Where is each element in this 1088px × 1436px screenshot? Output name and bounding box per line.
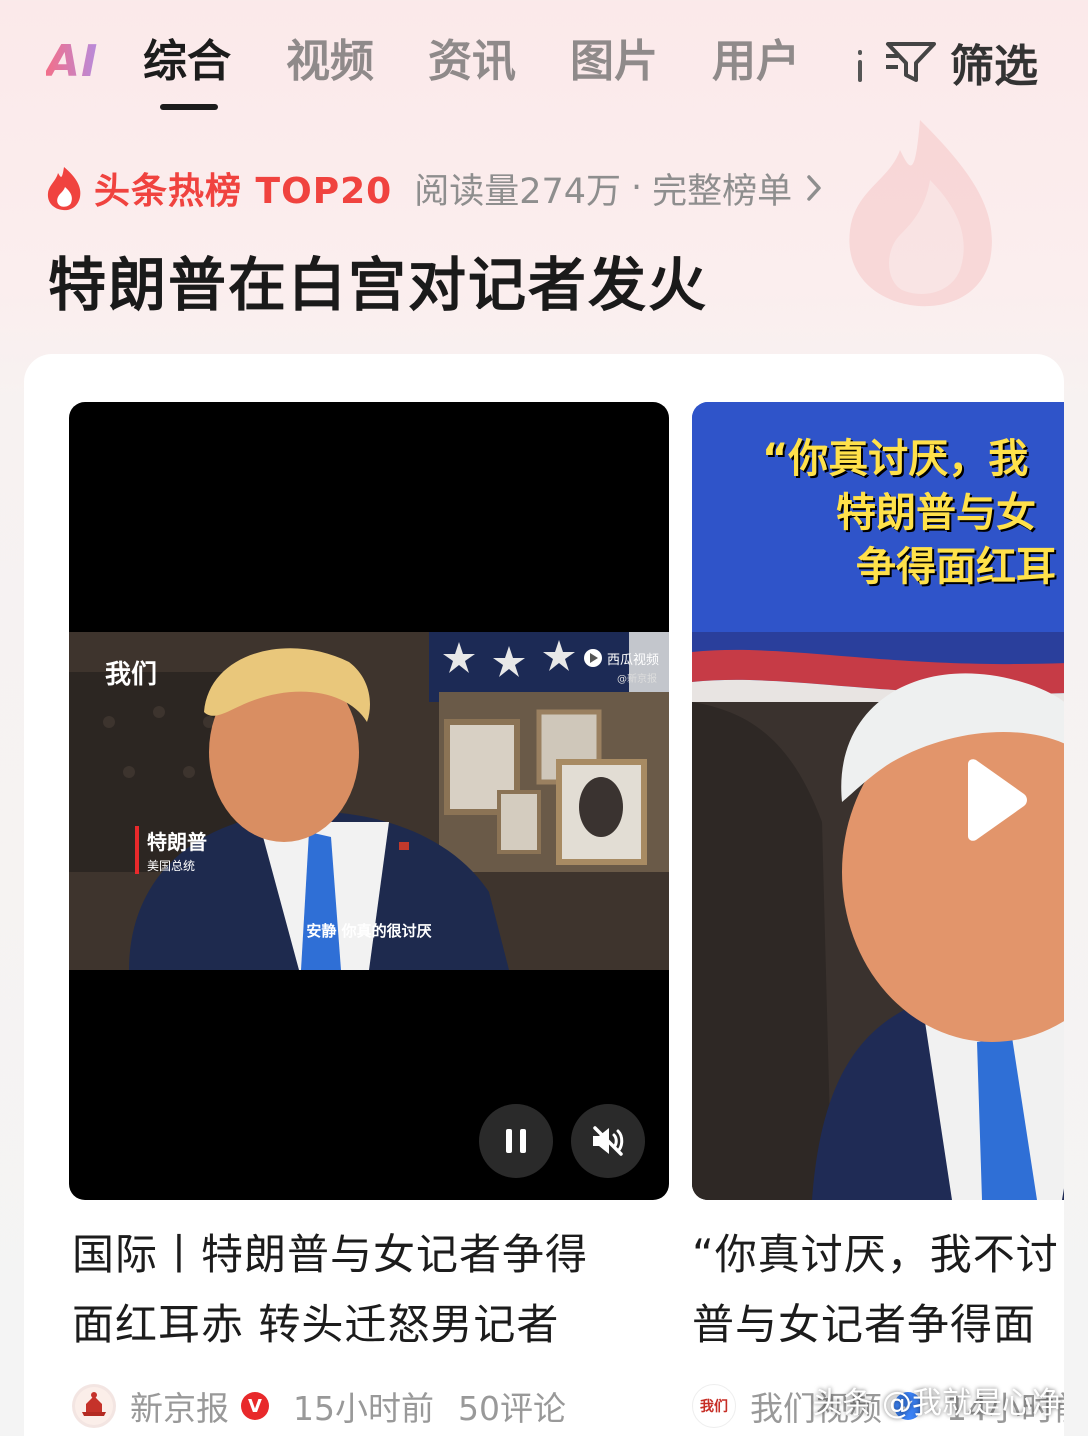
pause-icon bbox=[506, 1129, 526, 1153]
tab-users[interactable]: 用户 bbox=[712, 34, 800, 90]
video-caption-2: “你真讨厌，我 特朗普与女 争得面红耳 bbox=[762, 432, 1056, 594]
title-line: 面红耳赤 转头迁怒男记者 bbox=[72, 1300, 560, 1349]
tab-images[interactable]: 图片 bbox=[570, 34, 658, 90]
search-tabs: AI 综合 视频 资讯 图片 用户 筛选 bbox=[0, 0, 1088, 120]
flame-icon bbox=[47, 167, 81, 211]
source-watermark: @新京报 bbox=[617, 674, 657, 685]
publish-time: 15小时前 bbox=[293, 1389, 434, 1428]
avatar[interactable]: 我们 bbox=[692, 1384, 736, 1428]
separator: · bbox=[631, 168, 643, 208]
speaker-role: 美国总统 bbox=[147, 859, 196, 873]
verified-badge-icon: V bbox=[241, 1392, 269, 1420]
tab-overflow-icon[interactable] bbox=[856, 40, 864, 84]
comment-count[interactable]: 50评论 bbox=[458, 1382, 566, 1430]
chevron-right-icon bbox=[807, 175, 821, 201]
title-line: “你真讨厌，我不讨 bbox=[692, 1230, 1059, 1279]
caption-line: 争得面红耳 bbox=[856, 544, 1056, 590]
hot-list-title: 头条热榜 TOP20 bbox=[94, 171, 393, 212]
page-title: 特朗普在白宫对记者发火 bbox=[48, 251, 709, 319]
tab-ai[interactable]: AI bbox=[46, 34, 98, 90]
title-line: 国际丨特朗普与女记者争得 bbox=[72, 1230, 589, 1279]
active-tab-indicator bbox=[160, 104, 218, 110]
name-caption: 特朗普 美国总统 bbox=[135, 826, 207, 874]
speaker-name: 特朗普 bbox=[147, 830, 207, 854]
platform-name: 西瓜视频 bbox=[607, 652, 660, 668]
tab-news[interactable]: 资讯 bbox=[428, 34, 516, 90]
mute-icon bbox=[593, 1126, 624, 1156]
video-subtitle: 安静 你真的很讨厌 bbox=[306, 922, 432, 940]
platform-watermark: 西瓜视频 bbox=[583, 648, 659, 668]
xigua-logo-icon bbox=[584, 649, 602, 667]
author-name[interactable]: 新京报 bbox=[130, 1382, 229, 1430]
video-results-card: 我们 西瓜视频 @新京报 特朗普 美国总统 安静 你真的很讨厌 “你真讨厌，我 … bbox=[24, 354, 1064, 1436]
flame-decoration-icon bbox=[849, 120, 992, 307]
filter-icon bbox=[886, 42, 936, 82]
hot-list-banner[interactable]: 头条热榜 TOP20 阅读量274万 · 完整榜单 bbox=[44, 160, 822, 216]
video-player-1[interactable]: 我们 西瓜视频 @新京报 特朗普 美国总统 安静 你真的很讨厌 bbox=[69, 402, 669, 1200]
caption-line: “你真讨厌，我 bbox=[762, 436, 1029, 482]
title-line: 普与女记者争得面 bbox=[692, 1300, 1037, 1349]
filter-label: 筛选 bbox=[950, 41, 1038, 92]
tab-video[interactable]: 视频 bbox=[286, 34, 374, 90]
platform-watermark: 头条 @我就是心净 bbox=[812, 1386, 1062, 1421]
full-list-link[interactable]: 完整榜单 bbox=[652, 163, 792, 214]
xinjingbao-logo-icon bbox=[75, 1387, 113, 1425]
video-player-2[interactable]: “你真讨厌，我 特朗普与女 争得面红耳 bbox=[692, 402, 1064, 1200]
video-1-title[interactable]: 国际丨特朗普与女记者争得 面红耳赤 转头迁怒男记者 bbox=[72, 1220, 588, 1360]
mute-button[interactable] bbox=[571, 1104, 645, 1178]
filter-button[interactable]: 筛选 bbox=[884, 34, 1038, 92]
play-icon[interactable] bbox=[958, 758, 1030, 842]
pause-button[interactable] bbox=[479, 1104, 553, 1178]
brand-watermark: 我们 bbox=[105, 660, 158, 690]
video-1-meta: 新京报 V 15小时前 50评论 bbox=[72, 1378, 566, 1434]
video-2-title[interactable]: “你真讨厌，我不讨 普与女记者争得面 bbox=[692, 1220, 1059, 1360]
tab-all[interactable]: 综合 bbox=[143, 34, 231, 90]
video-frame: 我们 西瓜视频 @新京报 特朗普 美国总统 安静 你真的很讨厌 bbox=[69, 632, 669, 970]
read-count: 阅读量274万 bbox=[414, 171, 621, 212]
avatar[interactable] bbox=[72, 1384, 116, 1428]
caption-line: 特朗普与女 bbox=[836, 490, 1036, 536]
